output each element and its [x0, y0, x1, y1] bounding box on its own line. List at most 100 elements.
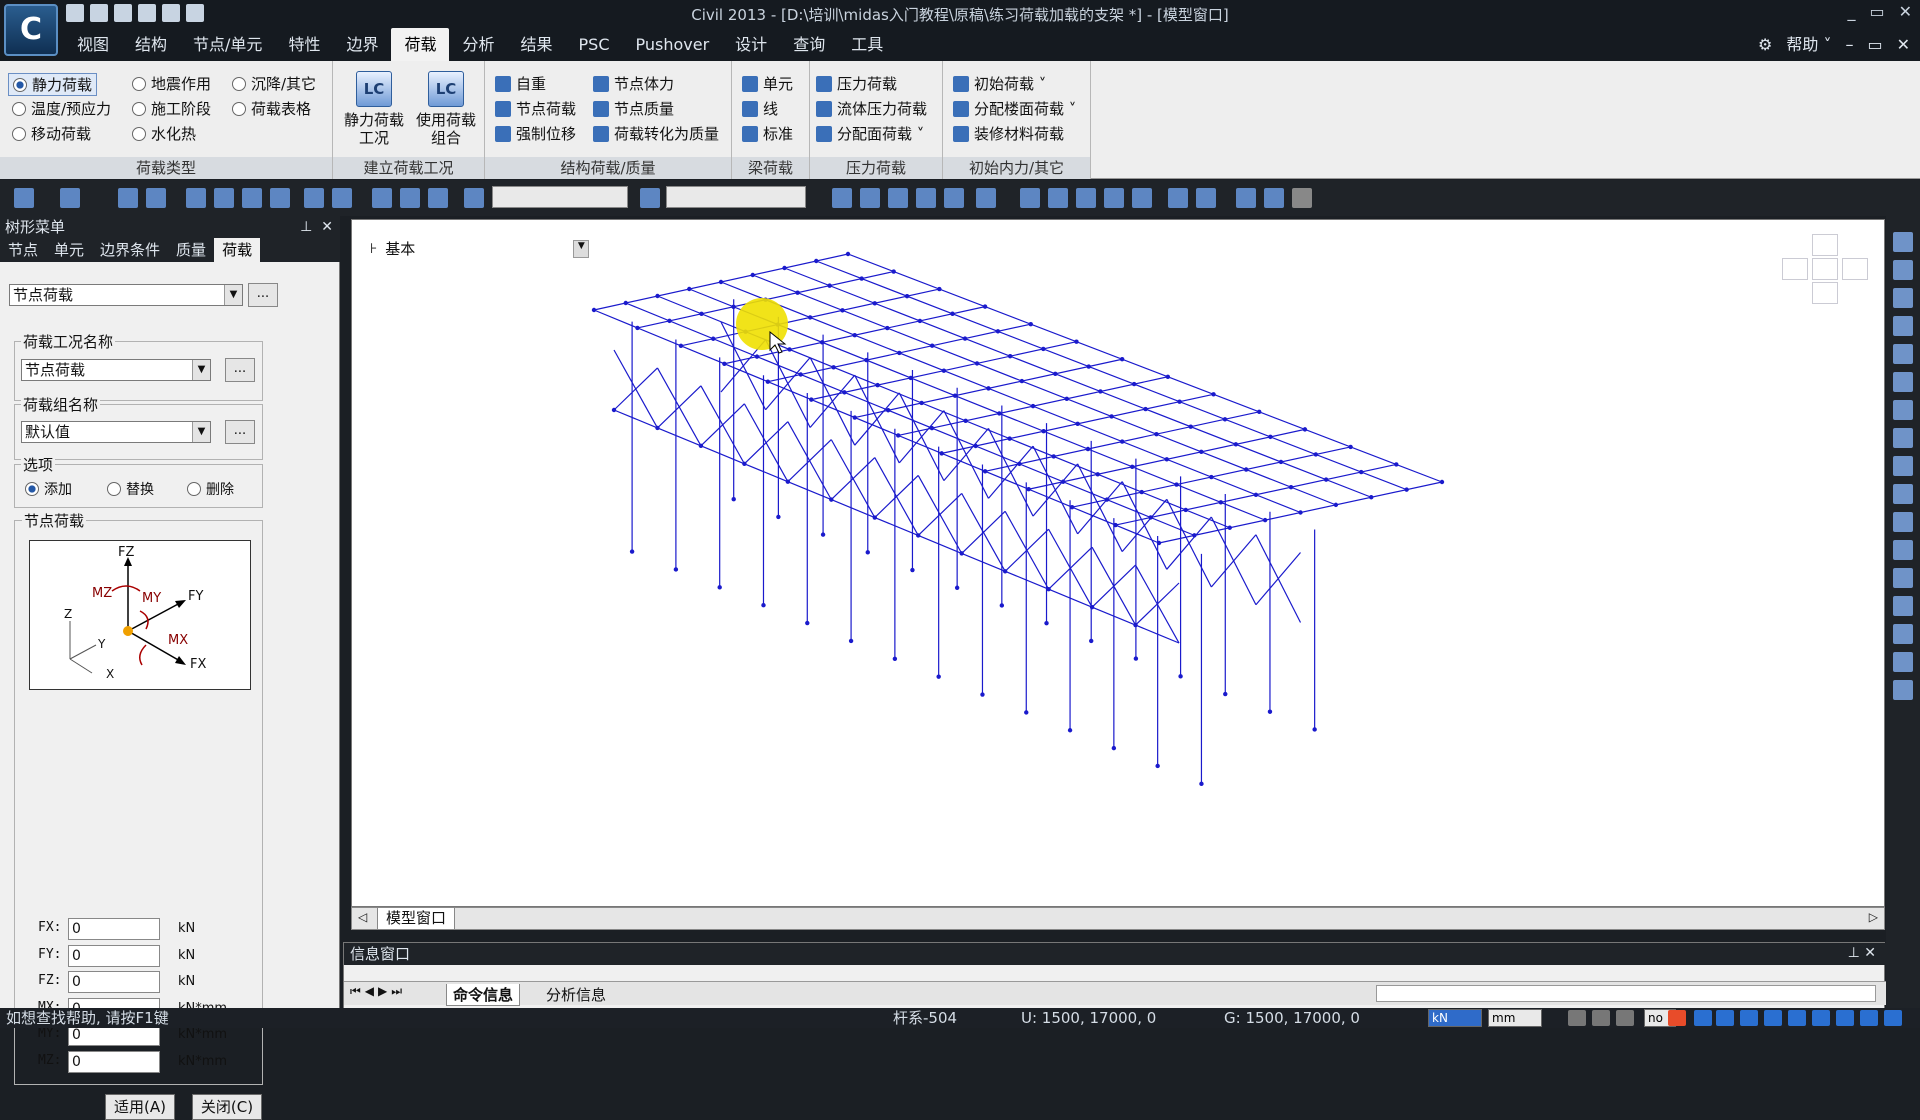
selection-combo[interactable] [492, 186, 628, 208]
node-point[interactable] [1199, 781, 1204, 787]
nav-left-icon[interactable] [1782, 258, 1808, 280]
node-point[interactable] [629, 549, 635, 554]
node-point[interactable] [1178, 674, 1183, 679]
radio-settlement[interactable]: 沉降/其它 [232, 73, 316, 94]
unlock-icon[interactable] [1292, 188, 1312, 208]
select-line-icon[interactable] [214, 188, 234, 208]
rotate-icon[interactable] [1893, 400, 1913, 420]
radio-moving-load[interactable]: 移动荷载 [12, 123, 91, 144]
select-window-icon[interactable] [146, 188, 166, 208]
restore-button[interactable]: ▭ [1869, 2, 1884, 21]
truss-chord[interactable] [787, 481, 832, 501]
view-iso-icon[interactable] [1893, 512, 1913, 532]
app-logo[interactable]: C [4, 4, 58, 56]
field-input[interactable]: 0 [68, 1050, 160, 1073]
radio-seismic[interactable]: 地震作用 [132, 73, 211, 94]
node-point[interactable] [1089, 638, 1094, 644]
node-number-icon[interactable] [1168, 188, 1188, 208]
view-front-icon[interactable] [1893, 568, 1913, 588]
menu-0[interactable]: 视图 [64, 28, 122, 61]
force-unit-select[interactable]: kN [1428, 1009, 1482, 1027]
forced-displacement-button[interactable]: 强制位移 [495, 123, 576, 144]
truss-chord[interactable] [613, 409, 658, 429]
initial-load-button[interactable]: 初始荷载 ˅ [953, 73, 1046, 94]
radio-temperature[interactable]: 温度/预应力 [12, 98, 111, 119]
nodal-load-button[interactable]: 节点荷载 [495, 98, 576, 119]
select-all-icon[interactable] [242, 188, 262, 208]
tree-tab-0[interactable]: 节点 [0, 238, 46, 262]
display-options-icon[interactable] [1132, 188, 1152, 208]
node-point[interactable] [1046, 587, 1051, 592]
node-point[interactable] [980, 692, 985, 697]
truss-chord[interactable] [657, 427, 702, 447]
node-point[interactable] [954, 585, 960, 590]
copy-icon[interactable] [1236, 188, 1256, 208]
node-point[interactable] [1223, 691, 1228, 697]
view-navigator[interactable] [1782, 234, 1870, 304]
radio-load-table[interactable]: 荷载表格 [232, 98, 311, 119]
truss-diagonal[interactable] [854, 392, 900, 446]
node-point[interactable] [1312, 727, 1317, 732]
node-point[interactable] [655, 425, 660, 431]
radio-heat-hydration[interactable]: 水化热 [132, 123, 196, 144]
ime-skin-icon[interactable] [1812, 1010, 1830, 1026]
zoom-all-icon[interactable] [1893, 344, 1913, 364]
select-icon[interactable] [118, 188, 138, 208]
load-type-more-button[interactable]: ... [248, 283, 278, 307]
truss-chord[interactable] [744, 463, 789, 483]
node-point[interactable] [848, 638, 854, 644]
activate-icon[interactable] [372, 188, 392, 208]
node-point[interactable] [698, 443, 704, 449]
ime-mic-icon[interactable] [1764, 1010, 1782, 1026]
truss-diagonal[interactable] [1004, 528, 1050, 572]
truss-diagonal[interactable] [613, 367, 658, 411]
info-nav-icons[interactable]: ⏮◀▶⏭ [350, 984, 406, 999]
pan-icon[interactable] [1893, 428, 1913, 448]
node-point[interactable] [805, 620, 810, 626]
menu-10[interactable]: 设计 [722, 28, 780, 61]
minimize-button[interactable]: _ [1847, 2, 1855, 21]
snap-icon[interactable] [1568, 1010, 1586, 1026]
node-point[interactable] [776, 514, 781, 520]
group-name-select[interactable]: 默认值 ▼ [21, 421, 211, 443]
truss-diagonal[interactable] [874, 475, 919, 518]
nodal-mass-button[interactable]: 节点质量 [593, 98, 674, 119]
truss-chord[interactable] [1004, 570, 1049, 590]
floor-load-button[interactable]: 分配楼面荷载 ˅ [953, 98, 1076, 119]
menu-5[interactable]: 荷载 [391, 28, 450, 61]
menu-2[interactable]: 节点/单元 [180, 28, 275, 61]
deactivate-icon[interactable] [400, 188, 420, 208]
node-point[interactable] [872, 515, 877, 520]
display-icon[interactable] [1104, 188, 1124, 208]
menu-9[interactable]: Pushover [623, 28, 723, 61]
tab-scroll-left-icon[interactable]: ◁ [358, 910, 367, 924]
node-point[interactable] [910, 567, 915, 573]
element-number-icon[interactable] [1196, 188, 1216, 208]
menu-4[interactable]: 边界 [333, 28, 391, 61]
node-point[interactable] [1067, 728, 1073, 733]
zoom-previous-icon[interactable] [1893, 260, 1913, 280]
node-point[interactable] [1089, 604, 1095, 610]
node-point[interactable] [761, 602, 766, 608]
zoom-window-icon[interactable] [1893, 232, 1913, 252]
tree-tab-3[interactable]: 质量 [168, 238, 214, 262]
node-point[interactable] [936, 674, 941, 679]
node-point[interactable] [1024, 710, 1029, 715]
truss-diagonal[interactable] [787, 439, 832, 483]
close-panel-icon[interactable]: ✕ [321, 219, 333, 235]
node-point[interactable] [611, 407, 617, 413]
node-point[interactable] [1002, 569, 1008, 574]
node-point[interactable] [717, 585, 722, 590]
node-point[interactable] [731, 497, 736, 502]
ime-settings-icon[interactable] [1884, 1010, 1902, 1026]
settings-gear-icon[interactable]: ⚙ [1758, 28, 1772, 61]
close-button-panel[interactable]: 关闭(C) [192, 1094, 262, 1120]
truss-diagonal[interactable] [1255, 552, 1301, 606]
roof-rafter[interactable] [752, 274, 1337, 506]
group-name-more-button[interactable]: ... [225, 420, 255, 444]
report-icon[interactable] [1893, 680, 1913, 700]
view-front-icon[interactable] [888, 188, 908, 208]
length-unit-select[interactable]: mm [1488, 1009, 1542, 1027]
view-right-icon[interactable] [944, 188, 964, 208]
filter-icon[interactable] [640, 188, 660, 208]
